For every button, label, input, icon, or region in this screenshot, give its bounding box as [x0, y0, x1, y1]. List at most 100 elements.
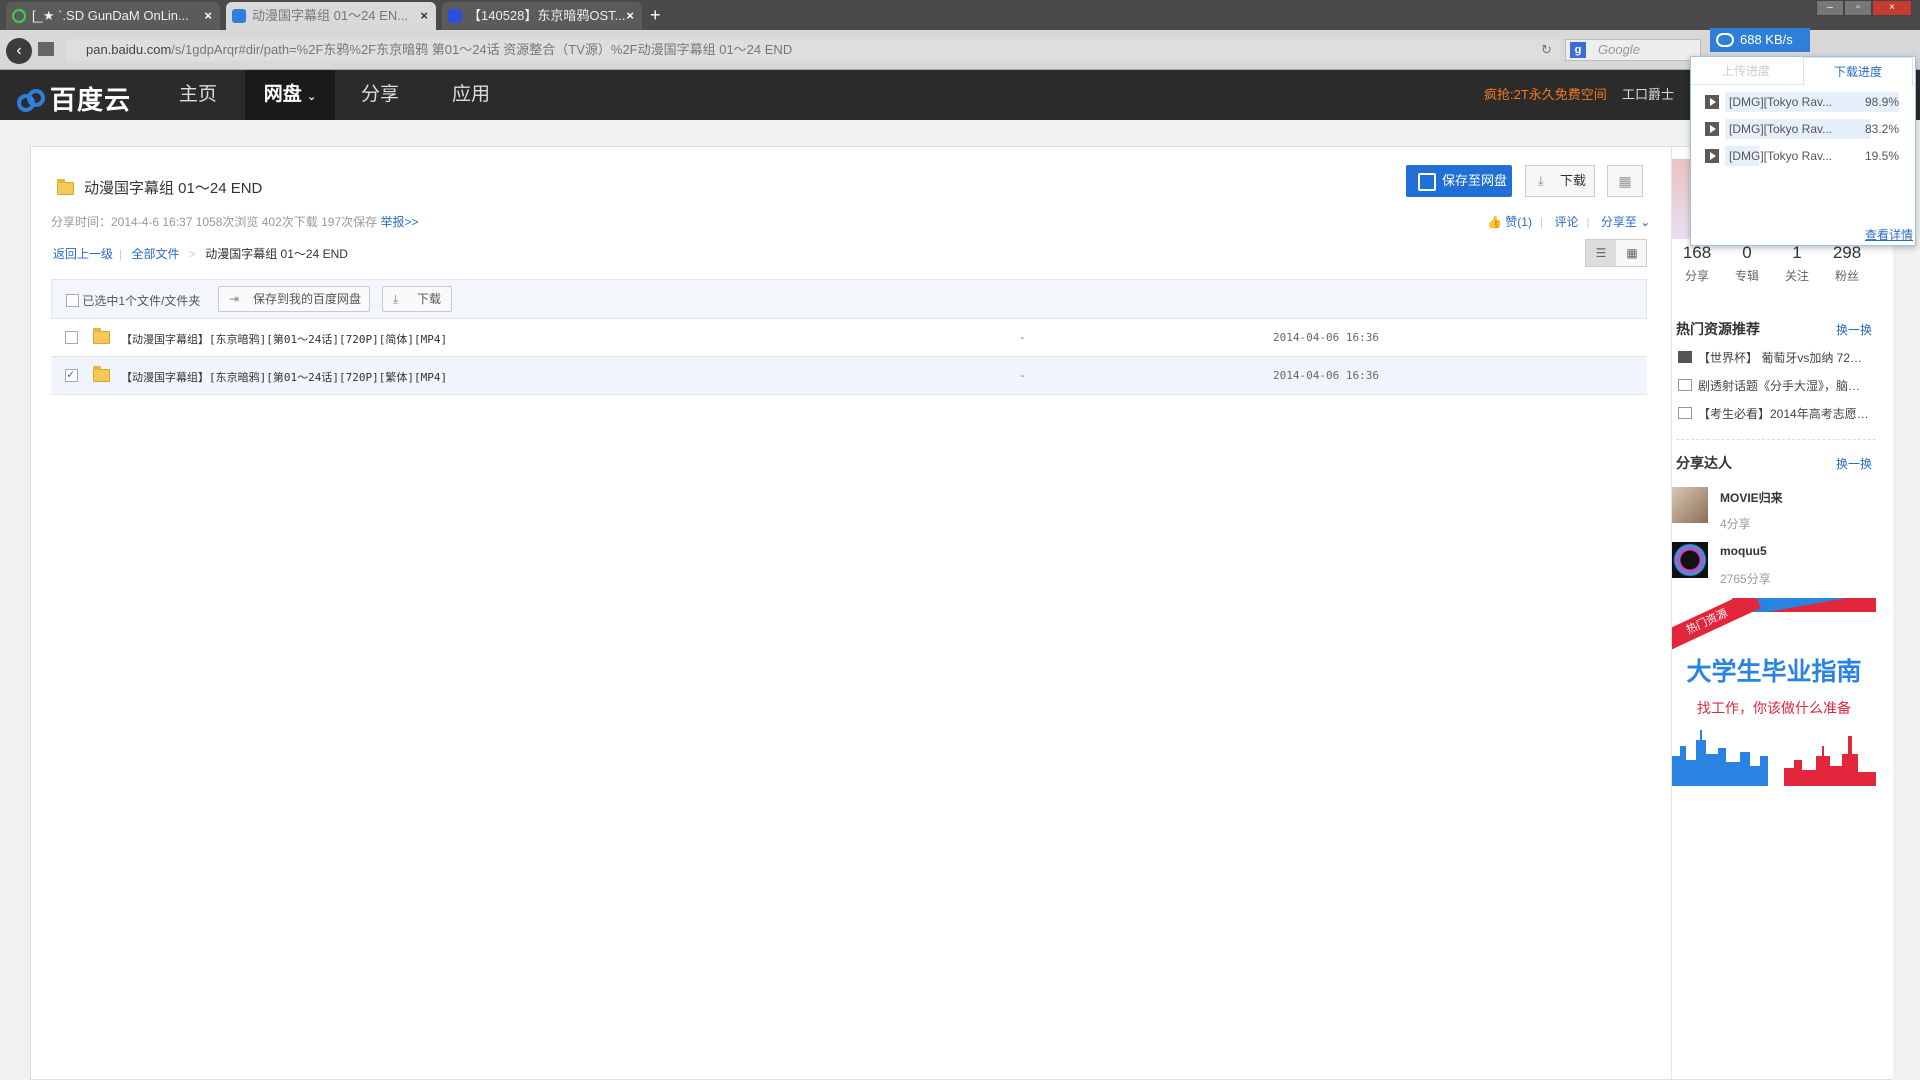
qr-code-button[interactable]: ▦	[1607, 165, 1643, 197]
maximize-button[interactable]: ▫	[1844, 0, 1872, 16]
logo[interactable]: 百度云	[16, 80, 131, 117]
file-row[interactable]: 【动漫国字幕组】[东京暗鸦][第01～24话][720P][繁体][MP4] -…	[51, 357, 1647, 395]
hot-item[interactable]: 剧透射话题《分手大湿》，脑…	[1678, 377, 1878, 394]
nav-apps[interactable]: 应用	[436, 70, 506, 120]
tab-upload-progress[interactable]: 上传进度	[1691, 57, 1801, 85]
stat-shares[interactable]: 168 分享	[1672, 243, 1722, 284]
search-field[interactable]: g Google	[1565, 39, 1701, 61]
close-tab-icon[interactable]: ×	[204, 2, 212, 30]
select-all-checkbox[interactable]	[66, 294, 79, 307]
browser-tab-2[interactable]: 动漫国字幕组 01～24 EN... ×	[226, 2, 436, 30]
view-details-link[interactable]: 查看详情	[1865, 226, 1913, 243]
download-speed-badge[interactable]: 688 KB/s	[1710, 28, 1810, 52]
video-icon	[1705, 95, 1719, 109]
speed-dial-icon[interactable]	[38, 42, 54, 56]
hot-refresh-link[interactable]: 换一换	[1836, 321, 1872, 338]
download-percent: 19.5%	[1864, 149, 1899, 163]
talent-title: 分享达人	[1676, 455, 1732, 471]
google-icon: g	[1570, 42, 1586, 58]
promo-link[interactable]: 疯抢:2T永久免费空间	[1484, 70, 1607, 120]
talent-name[interactable]: moquu5	[1720, 544, 1767, 558]
new-tab-button[interactable]: +	[650, 2, 661, 28]
minimize-button[interactable]: –	[1816, 0, 1844, 16]
row-checkbox[interactable]	[65, 331, 78, 344]
tab-title: 【140528】东京暗鸦OST...	[468, 8, 626, 23]
save-to-my-disk-button[interactable]: ⇥ 保存到我的百度网盘	[218, 286, 370, 312]
folder-icon	[93, 366, 110, 382]
download-item[interactable]: [DMG][Tokyo Rav... 83.2%	[1705, 118, 1903, 140]
city-skyline-icon	[1672, 730, 1876, 786]
folder-icon	[57, 179, 74, 195]
row-checkbox[interactable]	[65, 367, 78, 382]
file-row[interactable]: 【动漫国字幕组】[东京暗鸦][第01～24话][720P][简体][MP4] -…	[51, 319, 1647, 357]
chevron-down-icon: ⌄	[1640, 215, 1651, 229]
view-switcher: ☰ ▦	[1585, 239, 1647, 267]
talent-avatar[interactable]	[1672, 542, 1708, 578]
reload-icon[interactable]: ↻	[1541, 39, 1552, 61]
download-icon: ⤓	[1538, 173, 1544, 188]
url-host: pan.baidu.com	[86, 42, 172, 57]
user-menu[interactable]: 工口爵士	[1622, 70, 1674, 120]
close-tab-icon[interactable]: ×	[420, 2, 428, 30]
save-to-my-disk-label: 保存到我的百度网盘	[253, 292, 362, 306]
download-item[interactable]: [DMG][Tokyo Rav... 98.9%	[1705, 91, 1903, 113]
browser-tab-1[interactable]: [_★ `.SD GunDaM OnLin... ×	[6, 2, 220, 30]
browser-tab-3[interactable]: 【140528】东京暗鸦OST... ×	[442, 2, 642, 30]
download-percent: 98.9%	[1864, 95, 1899, 109]
tab-title: [_★ `.SD GunDaM OnLin...	[32, 8, 189, 23]
download-button[interactable]: ⤓ 下载	[1525, 165, 1595, 197]
stat-fans[interactable]: 298 粉丝	[1822, 243, 1872, 284]
avatar[interactable]	[1672, 159, 1692, 239]
talent-count: 2765分享	[1720, 572, 1771, 586]
like-link[interactable]: 赞(1)	[1505, 215, 1532, 229]
file-size: -	[1019, 331, 1026, 344]
toolbar-download-label: 下载	[417, 292, 442, 306]
url-field[interactable]: pan.baidu.com/s/1gdpArqr#dir/path=%2F东鸦%…	[66, 39, 1560, 61]
chevron-down-icon: ⌄	[307, 91, 317, 103]
download-icon: ⤓	[393, 292, 399, 306]
sidebar: 168 分享 0 专辑 1 关注 298 粉丝 热门资源推荐 换一换 【世界杯】 葡萄牙…	[1671, 147, 1893, 1079]
talent-refresh-link[interactable]: 换一换	[1836, 455, 1872, 472]
nav-netdisk[interactable]: 网盘 ⌄	[245, 70, 335, 120]
hot-item[interactable]: 【世界杯】 葡萄牙vs加纳 72…	[1678, 349, 1878, 366]
grid-view-icon[interactable]: ▦	[1617, 240, 1647, 266]
download-name: [DMG][Tokyo Rav...	[1729, 95, 1833, 109]
back-button[interactable]: ‹	[6, 38, 32, 64]
toolbar-download-button[interactable]: ⤓ 下载	[382, 286, 452, 312]
breadcrumb-all-files[interactable]: 全部文件	[131, 247, 179, 261]
tab-title: 动漫国字幕组 01～24 EN...	[252, 8, 409, 23]
breadcrumb-back[interactable]: 返回上一级	[53, 247, 113, 261]
select-all[interactable]: 已选中1个文件/文件夹	[66, 292, 200, 309]
download-name: [DMG][Tokyo Rav...	[1729, 149, 1833, 163]
document-icon	[1678, 379, 1692, 391]
talent-avatar[interactable]	[1672, 487, 1708, 523]
comment-link[interactable]: 评论	[1554, 215, 1578, 229]
list-view-icon[interactable]: ☰	[1586, 240, 1616, 266]
tab-download-progress[interactable]: 下载进度	[1803, 57, 1913, 86]
logo-text: 百度云	[50, 85, 132, 115]
social-actions: 👍 赞(1) | 评论 | 分享至 ⌄	[1487, 215, 1651, 229]
download-item[interactable]: [DMG][Tokyo Rav... 19.5%	[1705, 145, 1903, 167]
report-link[interactable]: 举报>>	[380, 215, 418, 229]
user-name: 工口爵士	[1622, 87, 1675, 102]
ad-banner[interactable]: 热门资源 大学生毕业指南 找工作，你该做什么准备	[1672, 598, 1876, 786]
nav-home[interactable]: 主页	[160, 70, 236, 120]
save-to-disk-button[interactable]: 保存至网盘	[1406, 165, 1512, 197]
stat-following[interactable]: 1 关注	[1772, 243, 1822, 284]
stat-albums[interactable]: 0 专辑	[1722, 243, 1772, 284]
thumbs-up-icon: 👍	[1487, 215, 1502, 229]
loading-icon	[12, 9, 26, 23]
close-window-button[interactable]: ×	[1872, 0, 1912, 16]
share-to-link[interactable]: 分享至	[1601, 215, 1637, 229]
talent-name[interactable]: MOVIE归来	[1720, 489, 1783, 506]
share-stats: 分享时间：2014-4-6 16:37 1058次浏览 402次下载 197次保…	[51, 215, 378, 229]
close-tab-icon[interactable]: ×	[626, 2, 634, 30]
file-name[interactable]: 【动漫国字幕组】[东京暗鸦][第01～24话][720P][简体][MP4]	[121, 331, 447, 347]
nav-netdisk-label: 网盘	[263, 84, 302, 105]
nav-share[interactable]: 分享	[345, 70, 415, 120]
download-label: 下载	[1560, 173, 1587, 188]
hot-item[interactable]: 【考生必看】2014年高考志愿…	[1678, 405, 1878, 422]
file-date: 2014-04-06 16:36	[1273, 331, 1379, 344]
main-content: 动漫国字幕组 01～24 END 分享时间：2014-4-6 16:37 105…	[31, 147, 1661, 1079]
file-name[interactable]: 【动漫国字幕组】[东京暗鸦][第01～24话][720P][繁体][MP4]	[121, 369, 447, 385]
